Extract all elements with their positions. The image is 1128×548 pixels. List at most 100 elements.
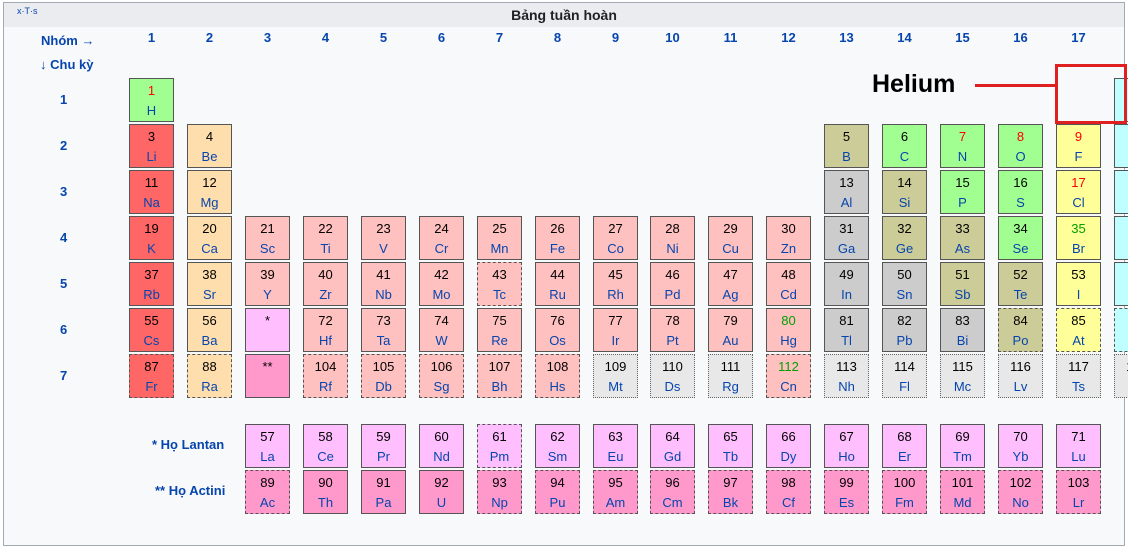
element-rn[interactable]: 86 Rn: [1114, 308, 1128, 352]
period-number[interactable]: 3: [60, 184, 67, 199]
element-ag[interactable]: 47 Ag: [708, 262, 753, 306]
element-rf[interactable]: 104 Rf: [303, 354, 348, 398]
element-no[interactable]: 102 No: [998, 470, 1043, 514]
group-number[interactable]: 18: [1117, 30, 1128, 45]
group-number[interactable]: 3: [248, 30, 288, 45]
element-sr[interactable]: 38 Sr: [187, 262, 232, 306]
element-os[interactable]: 76 Os: [535, 308, 580, 352]
element-es[interactable]: 99 Es: [824, 470, 869, 514]
element-ra[interactable]: 88 Ra: [187, 354, 232, 398]
element-rb[interactable]: 37 Rb: [129, 262, 174, 306]
element-db[interactable]: 105 Db: [361, 354, 406, 398]
element-v[interactable]: 23 V: [361, 216, 406, 260]
element-n[interactable]: 7N: [940, 124, 985, 168]
element-k[interactable]: 19 K: [129, 216, 174, 260]
element-ti[interactable]: 22 Ti: [303, 216, 348, 260]
element-li[interactable]: 3 Li: [129, 124, 174, 168]
lanthanide-label[interactable]: * Họ Lantan: [152, 437, 224, 452]
element-w[interactable]: 74 W: [419, 308, 464, 352]
group-number[interactable]: 14: [885, 30, 925, 45]
group-number[interactable]: 6: [422, 30, 462, 45]
element-bk[interactable]: 97 Bk: [708, 470, 753, 514]
element-ga[interactable]: 31 Ga: [824, 216, 869, 260]
element-si[interactable]: 14 Si: [882, 170, 927, 214]
element-ce[interactable]: 58 Ce: [303, 424, 348, 468]
element-bi[interactable]: 83 Bi: [940, 308, 985, 352]
period-number[interactable]: 7: [60, 368, 67, 383]
element-cn[interactable]: 112 Cn: [766, 354, 811, 398]
element-pa[interactable]: 91 Pa: [361, 470, 406, 514]
element-lv[interactable]: 116 Lv: [998, 354, 1043, 398]
element-mt[interactable]: 109 Mt: [593, 354, 638, 398]
period-number[interactable]: 2: [60, 138, 67, 153]
element-ir[interactable]: 77 Ir: [593, 308, 638, 352]
element-be[interactable]: 4 Be: [187, 124, 232, 168]
element-cm[interactable]: 96 Cm: [650, 470, 695, 514]
element-nh[interactable]: 113 Nh: [824, 354, 869, 398]
element-cs[interactable]: 55 Cs: [129, 308, 174, 352]
element-cr[interactable]: 24 Cr: [419, 216, 464, 260]
element-i[interactable]: 53 I: [1056, 262, 1101, 306]
element-am[interactable]: 95 Am: [593, 470, 638, 514]
period-number[interactable]: 4: [60, 230, 67, 245]
element-xe[interactable]: 54 Xe: [1114, 262, 1128, 306]
element-tb[interactable]: 65 Tb: [708, 424, 753, 468]
group-number[interactable]: 16: [1001, 30, 1041, 45]
element-co[interactable]: 27 Co: [593, 216, 638, 260]
element-sn[interactable]: 50 Sn: [882, 262, 927, 306]
element-og[interactable]: 118 Og: [1114, 354, 1128, 398]
element-ba[interactable]: 56 Ba: [187, 308, 232, 352]
element-ca[interactable]: 20 Ca: [187, 216, 232, 260]
element-cu[interactable]: 29 Cu: [708, 216, 753, 260]
element-sg[interactable]: 106 Sg: [419, 354, 464, 398]
element-u[interactable]: 92 U: [419, 470, 464, 514]
element-ho[interactable]: 67 Ho: [824, 424, 869, 468]
group-number[interactable]: 11: [711, 30, 751, 45]
element-sc[interactable]: 21 Sc: [245, 216, 290, 260]
element-cd[interactable]: 48 Cd: [766, 262, 811, 306]
element-hs[interactable]: 108 Hs: [535, 354, 580, 398]
element-tl[interactable]: 81 Tl: [824, 308, 869, 352]
series-placeholder[interactable]: **: [245, 354, 290, 398]
element-mg[interactable]: 12 Mg: [187, 170, 232, 214]
element-in[interactable]: 49 In: [824, 262, 869, 306]
element-pd[interactable]: 46 Pd: [650, 262, 695, 306]
element-md[interactable]: 101 Md: [940, 470, 985, 514]
element-pt[interactable]: 78 Pt: [650, 308, 695, 352]
group-number[interactable]: 5: [364, 30, 404, 45]
element-ge[interactable]: 32 Ge: [882, 216, 927, 260]
element-ts[interactable]: 117 Ts: [1056, 354, 1101, 398]
element-at[interactable]: 85 At: [1056, 308, 1101, 352]
element-hg[interactable]: 80 Hg: [766, 308, 811, 352]
element-te[interactable]: 52 Te: [998, 262, 1043, 306]
period-number[interactable]: 6: [60, 322, 67, 337]
element-lu[interactable]: 71 Lu: [1056, 424, 1101, 468]
group-number[interactable]: 4: [306, 30, 346, 45]
element-kr[interactable]: 36 Kr: [1114, 216, 1128, 260]
element-np[interactable]: 93 Np: [477, 470, 522, 514]
group-number[interactable]: 1: [132, 30, 172, 45]
element-fr[interactable]: 87 Fr: [129, 354, 174, 398]
element-sb[interactable]: 51 Sb: [940, 262, 985, 306]
element-zn[interactable]: 30 Zn: [766, 216, 811, 260]
element-la[interactable]: 57 La: [245, 424, 290, 468]
element-lr[interactable]: 103 Lr: [1056, 470, 1101, 514]
element-nd[interactable]: 60 Nd: [419, 424, 464, 468]
element-fm[interactable]: 100 Fm: [882, 470, 927, 514]
element-rh[interactable]: 45 Rh: [593, 262, 638, 306]
group-number[interactable]: 17: [1059, 30, 1099, 45]
element-ni[interactable]: 28 Ni: [650, 216, 695, 260]
element-ds[interactable]: 110 Ds: [650, 354, 695, 398]
element-y[interactable]: 39 Y: [245, 262, 290, 306]
group-number[interactable]: 10: [653, 30, 693, 45]
element-gd[interactable]: 64 Gd: [650, 424, 695, 468]
period-axis-label[interactable]: ↓ Chu kỳ: [40, 57, 93, 72]
element-tc[interactable]: 43 Tc: [477, 262, 522, 306]
element-po[interactable]: 84 Po: [998, 308, 1043, 352]
element-mn[interactable]: 25 Mn: [477, 216, 522, 260]
element-pb[interactable]: 82 Pb: [882, 308, 927, 352]
element-hf[interactable]: 72 Hf: [303, 308, 348, 352]
element-au[interactable]: 79 Au: [708, 308, 753, 352]
series-placeholder[interactable]: *: [245, 308, 290, 352]
element-yb[interactable]: 70 Yb: [998, 424, 1043, 468]
